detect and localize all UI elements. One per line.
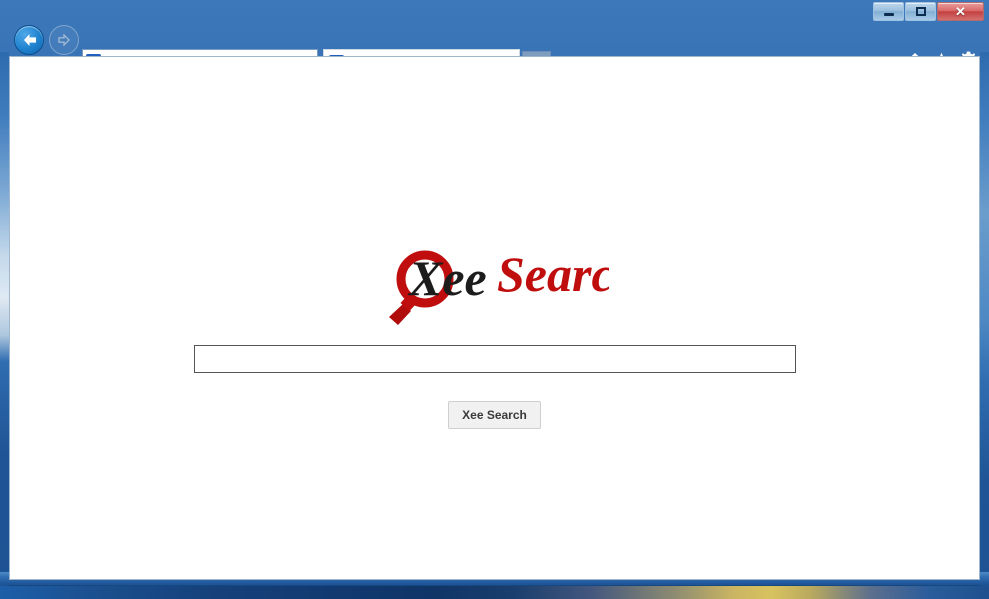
close-window-button[interactable]: ✕ [937, 2, 984, 21]
search-input[interactable] [193, 345, 796, 373]
window-controls: ✕ [872, 2, 984, 21]
logo-text-primary: Xee [407, 250, 487, 306]
browser-window: ✕ http://xeesearch.com [0, 0, 989, 586]
maximize-icon [915, 7, 926, 16]
window-frame-right-edge [980, 52, 989, 586]
search-form: Xee Search [10, 345, 979, 429]
forward-arrow-icon [57, 34, 70, 46]
forward-button[interactable] [49, 25, 79, 55]
window-frame-left-edge [0, 52, 9, 586]
minimize-button[interactable] [873, 2, 904, 21]
xee-search-button[interactable]: Xee Search [448, 401, 541, 429]
xee-search-logo: Xee Search [388, 246, 609, 325]
minimize-icon [883, 13, 894, 16]
navigation-strip: http://xeesearch.com ▾ ↻ Xee Search ✕ [0, 22, 989, 74]
logo-text-secondary: Search [497, 246, 609, 302]
page-viewport: Xee Search Xee Search [9, 56, 980, 580]
back-arrow-icon [23, 34, 36, 46]
site-logo-wrapper: Xee Search [10, 237, 979, 325]
title-bar: ✕ [0, 0, 989, 22]
maximize-button[interactable] [905, 2, 936, 21]
close-icon: ✕ [955, 4, 966, 19]
back-button[interactable] [14, 25, 44, 55]
